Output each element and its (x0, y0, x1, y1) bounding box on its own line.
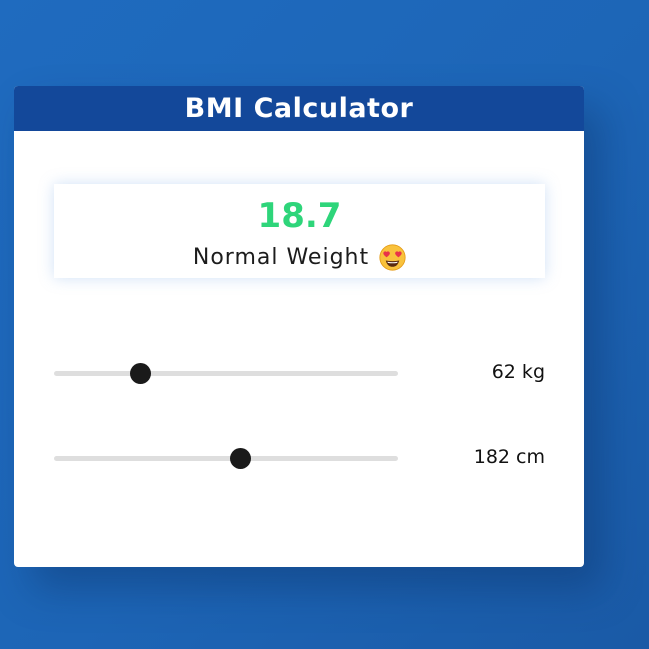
result-panel: 18.7 Normal Weight (54, 184, 545, 278)
height-value-label: 182 cm (473, 446, 545, 468)
heart-eyes-emoji-icon (379, 244, 406, 271)
height-slider-row: 182 cm (54, 443, 545, 473)
height-slider-track[interactable] (54, 456, 398, 461)
page-title: BMI Calculator (184, 93, 414, 124)
card-header: BMI Calculator (14, 86, 584, 131)
bmi-value: 18.7 (257, 196, 342, 236)
weight-value-label: 62 kg (491, 361, 545, 383)
bmi-status-label: Normal Weight (192, 245, 370, 270)
height-slider-thumb[interactable] (229, 448, 251, 469)
weight-slider-row: 62 kg (54, 358, 545, 388)
bmi-status-row: Normal Weight (54, 244, 545, 271)
weight-slider-thumb[interactable] (130, 363, 151, 384)
bmi-calculator-card: BMI Calculator 18.7 Normal Weight 62 kg … (14, 86, 584, 567)
weight-slider-track[interactable] (54, 371, 398, 376)
